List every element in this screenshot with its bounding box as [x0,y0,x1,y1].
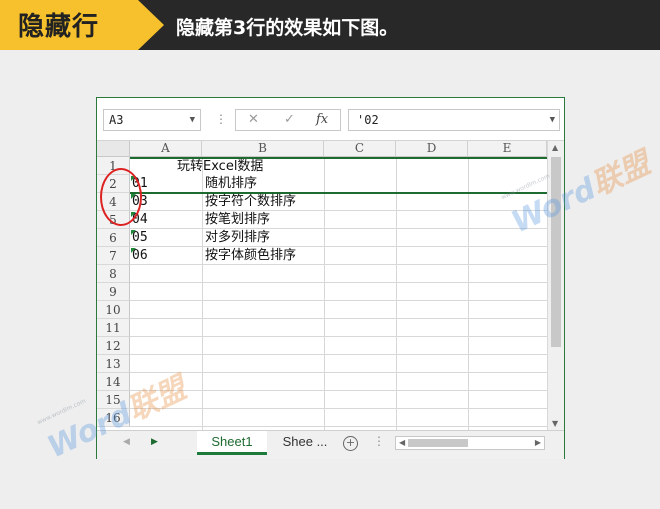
gridline [130,210,547,211]
column-header-c[interactable]: C [324,141,396,157]
gridline [130,246,547,247]
row-header-10[interactable]: 10 [97,301,130,319]
horizontal-scrollbar[interactable]: ◀ ▶ [395,436,545,450]
cell-b4[interactable]: 按字符个数排序 [205,193,296,211]
cell-a6[interactable]: 05 [132,229,148,247]
scroll-up-icon[interactable]: ▲ [552,143,558,152]
more-icon[interactable]: ⋮ [215,109,227,129]
gridline [130,282,547,283]
cell-b5[interactable]: 按笔划排序 [205,211,270,229]
row-header-6[interactable]: 6 [97,229,130,247]
row-header-13[interactable]: 13 [97,355,130,373]
row-header-12[interactable]: 12 [97,337,130,355]
formula-buttons: ✕ ✓ fx [235,109,341,131]
title-banner: 隐藏行 隐藏第3行的效果如下图。 [0,0,660,50]
gridline [130,300,547,301]
add-sheet-icon[interactable]: + [343,436,358,451]
banner-title: 隐藏第3行的效果如下图。 [176,17,399,39]
column-header-d[interactable]: D [396,141,468,157]
gridline [130,408,547,409]
gridline [130,336,547,337]
tab-sheet1[interactable]: Sheet1 [197,431,267,455]
sheet-tab-bar: ◀ ▶ Sheet1 Shee ... + ⋮ ◀ ▶ [97,430,564,459]
gridline [130,264,547,265]
highlight-circle [100,168,142,226]
scroll-down-icon[interactable]: ▼ [552,419,558,428]
hidden-row-marker [130,192,547,194]
gridline [130,228,547,229]
gridline [130,390,547,391]
insert-function-icon[interactable]: fx [316,112,328,128]
row-header-8[interactable]: 8 [97,265,130,283]
cell-b6[interactable]: 对多列排序 [205,229,270,247]
column-header-e[interactable]: E [468,141,547,157]
column-header-a[interactable]: A [130,141,202,157]
formula-bar: A3 ▼ ⋮ ✕ ✓ fx '02 ▼ [97,98,564,141]
gridline [130,426,547,427]
cancel-icon[interactable]: ✕ [248,112,259,128]
column-header-b[interactable]: B [202,141,324,157]
expand-formula-icon[interactable]: ▼ [550,110,555,130]
cell-b7[interactable]: 按字体颜色排序 [205,247,296,265]
prev-sheet-icon[interactable]: ◀ [123,437,130,447]
cell-a7[interactable]: 06 [132,247,148,265]
scroll-left-icon[interactable]: ◀ [399,438,405,447]
gridline [130,372,547,373]
formula-value: '02 [357,113,379,127]
row-header-7[interactable]: 7 [97,247,130,265]
scroll-thumb[interactable] [408,439,468,447]
section-tag-label: 隐藏行 [18,12,100,42]
next-sheet-icon[interactable]: ▶ [151,437,158,447]
tab-sheet2[interactable]: Shee ... [273,431,337,455]
select-all-corner[interactable] [97,141,130,157]
name-box-value: A3 [109,113,124,127]
gridline [130,354,547,355]
name-box[interactable]: A3 ▼ [103,109,201,131]
tab-split-icon[interactable]: ⋮ [373,434,385,448]
gridline [130,318,547,319]
cell-title[interactable]: 玩转Excel数据 [177,158,263,176]
enter-icon[interactable]: ✓ [284,112,295,128]
cell-b2[interactable]: 随机排序 [205,175,257,193]
row-header-11[interactable]: 11 [97,319,130,337]
chevron-down-icon[interactable]: ▼ [190,110,195,130]
row-header-9[interactable]: 9 [97,283,130,301]
formula-input[interactable]: '02 ▼ [348,109,560,131]
scroll-right-icon[interactable]: ▶ [535,438,541,447]
